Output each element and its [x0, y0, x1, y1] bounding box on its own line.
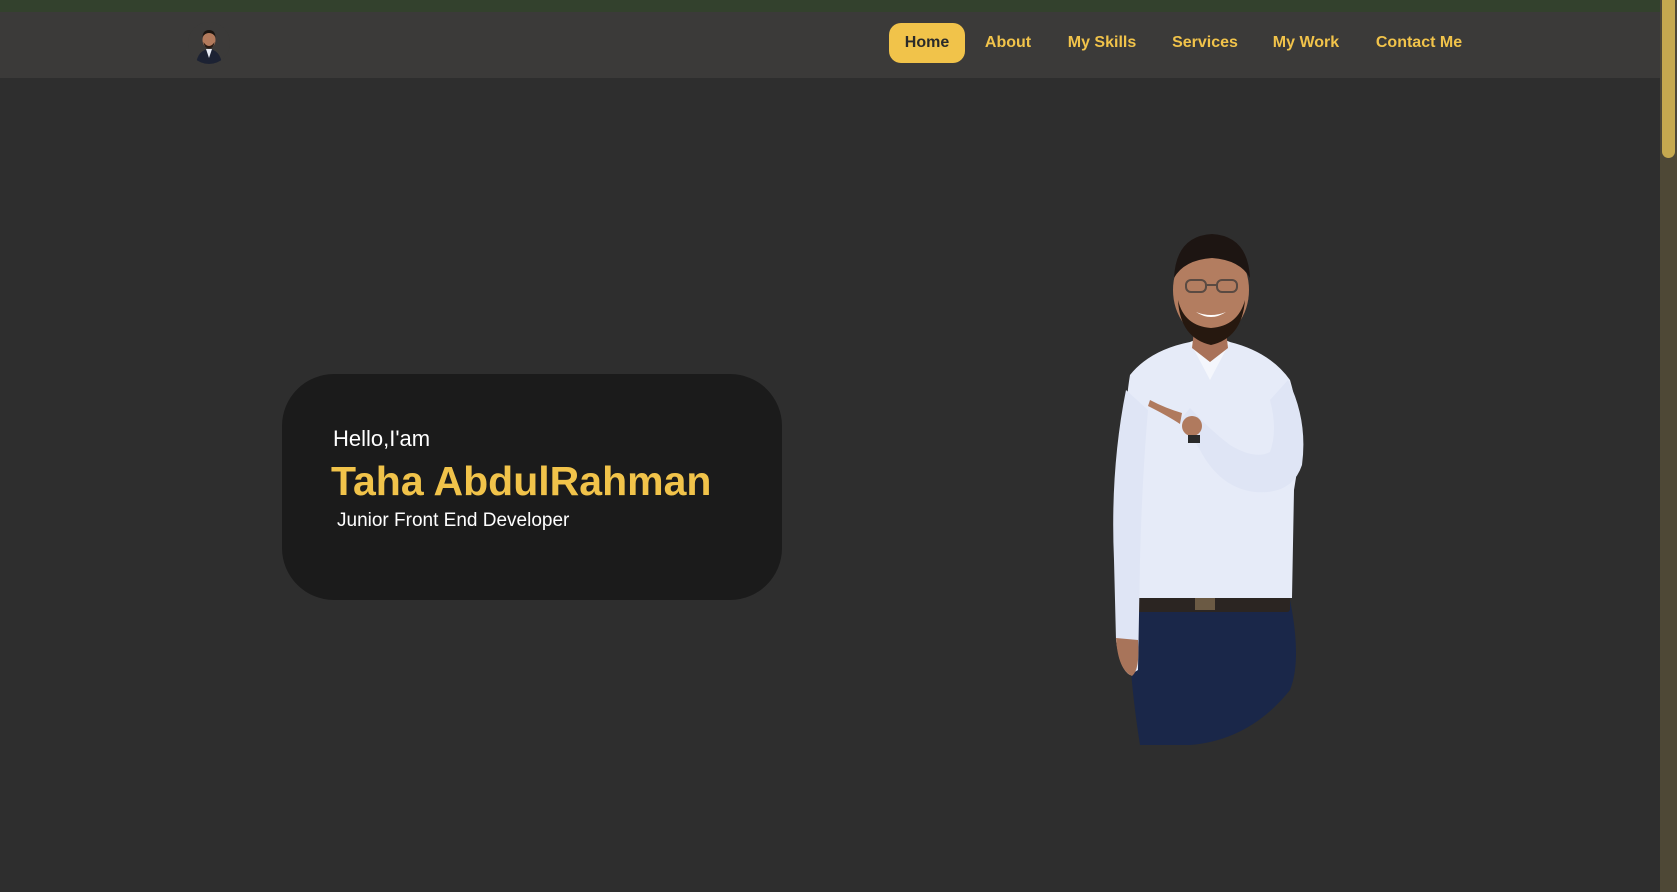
hero-greeting: Hello,I'am [333, 426, 431, 451]
nav-about[interactable]: About [976, 23, 1040, 63]
hero-role: Junior Front End Developer [337, 510, 570, 531]
nav-services[interactable]: Services [1162, 23, 1248, 63]
main-nav: Home About My Skills Services My Work Co… [0, 23, 1660, 63]
person-pointing-icon [1113, 234, 1304, 745]
scrollbar[interactable] [1660, 0, 1677, 892]
nav-my-work[interactable]: My Work [1265, 23, 1347, 63]
nav-home[interactable]: Home [889, 23, 965, 63]
nav-my-skills[interactable]: My Skills [1058, 23, 1146, 63]
hero-name: Taha AbdulRahman [331, 458, 712, 504]
scrollbar-thumb[interactable] [1662, 0, 1675, 158]
browser-top-strip [0, 0, 1677, 12]
profile-portrait [1080, 230, 1340, 750]
navbar: Home About My Skills Services My Work Co… [0, 12, 1660, 78]
nav-contact-me[interactable]: Contact Me [1368, 23, 1470, 63]
hero-card: Hello,I'am Taha AbdulRahman Junior Front… [282, 374, 782, 600]
